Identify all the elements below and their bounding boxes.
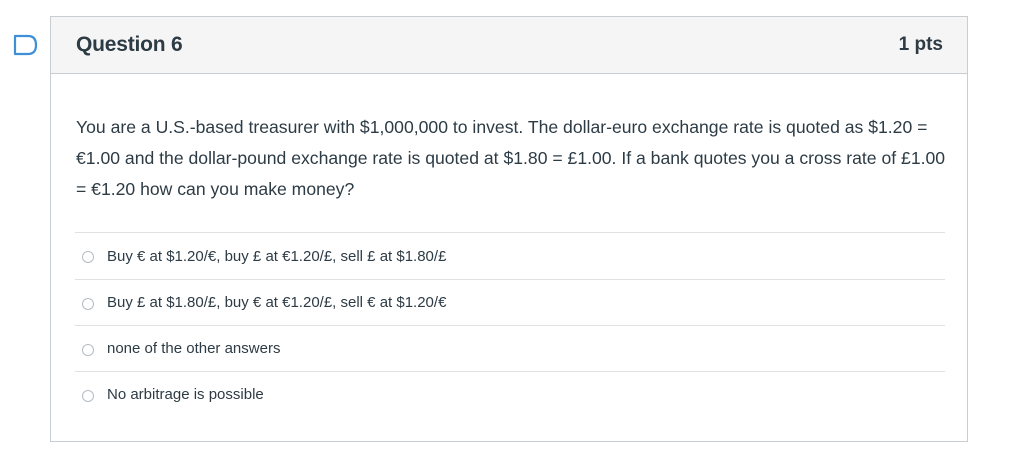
radio-button-icon[interactable] bbox=[82, 297, 94, 310]
question-points: 1 pts bbox=[898, 34, 943, 55]
flag-question-icon[interactable] bbox=[13, 34, 39, 56]
answer-label[interactable]: No arbitrage is possible bbox=[107, 386, 264, 403]
answer-label[interactable]: Buy € at $1.20/€, buy £ at €1.20/£, sell… bbox=[107, 248, 446, 265]
radio-button-icon[interactable] bbox=[82, 343, 94, 356]
radio-button-icon[interactable] bbox=[82, 251, 94, 263]
question-card: Question 6 1 pts You are a U.S.-based tr… bbox=[50, 16, 968, 442]
answer-option[interactable]: No arbitrage is possible bbox=[75, 371, 945, 417]
answer-option[interactable]: Buy £ at $1.80/£, buy € at €1.20/£, sell… bbox=[75, 279, 945, 325]
answer-label[interactable]: Buy £ at $1.80/£, buy € at €1.20/£, sell… bbox=[107, 294, 446, 311]
question-header: Question 6 1 pts bbox=[51, 17, 967, 74]
answer-list: Buy € at $1.20/€, buy £ at €1.20/£, sell… bbox=[75, 232, 945, 417]
question-text: You are a U.S.-based treasurer with $1,0… bbox=[76, 117, 946, 199]
answer-option[interactable]: Buy € at $1.20/€, buy £ at €1.20/£, sell… bbox=[75, 232, 945, 279]
radio-button-icon[interactable] bbox=[82, 389, 94, 402]
answer-label[interactable]: none of the other answers bbox=[107, 340, 280, 357]
answer-option[interactable]: none of the other answers bbox=[75, 325, 945, 371]
question-title: Question 6 bbox=[76, 33, 183, 56]
